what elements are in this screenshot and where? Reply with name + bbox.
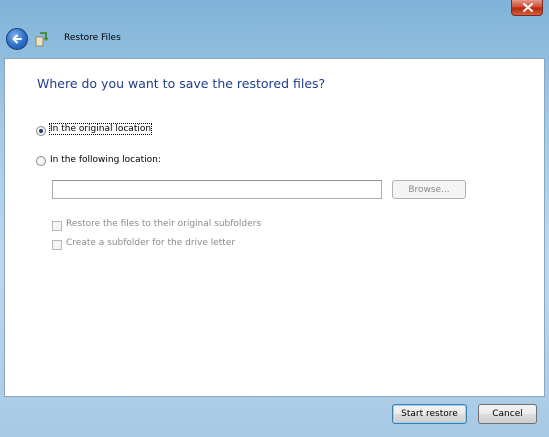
back-arrow-icon: [12, 34, 22, 44]
restore-files-window: Restore Files Where do you want to save …: [0, 0, 549, 437]
restore-subfolders-label: Restore the files to their original subf…: [66, 219, 262, 229]
cancel-button[interactable]: Cancel: [478, 404, 537, 424]
browse-button[interactable]: Browse...: [392, 180, 466, 199]
content-pane: Where do you want to save the restored f…: [4, 58, 545, 397]
title-bar: [0, 0, 549, 20]
close-icon: [523, 3, 533, 12]
page-heading: Where do you want to save the restored f…: [37, 76, 326, 91]
window-title: Restore Files: [64, 33, 121, 43]
radio-selected-dot: [39, 129, 43, 133]
drive-letter-checkbox[interactable]: [52, 240, 62, 250]
drive-letter-label: Create a subfolder for the drive letter: [66, 238, 236, 248]
restore-subfolders-checkbox[interactable]: [52, 221, 62, 231]
following-location-label[interactable]: In the following location:: [50, 155, 161, 165]
dialog-footer: Start restore Cancel: [0, 397, 549, 437]
location-path-input[interactable]: [52, 180, 382, 199]
original-location-label[interactable]: In the original location: [48, 123, 153, 135]
start-restore-button[interactable]: Start restore: [392, 404, 467, 424]
restore-files-icon: [35, 32, 49, 47]
following-location-radio[interactable]: [36, 156, 46, 166]
navigation-bar: Restore Files: [0, 22, 549, 60]
original-location-radio[interactable]: [36, 126, 46, 136]
back-button[interactable]: [6, 28, 28, 50]
close-button[interactable]: [511, 0, 543, 16]
